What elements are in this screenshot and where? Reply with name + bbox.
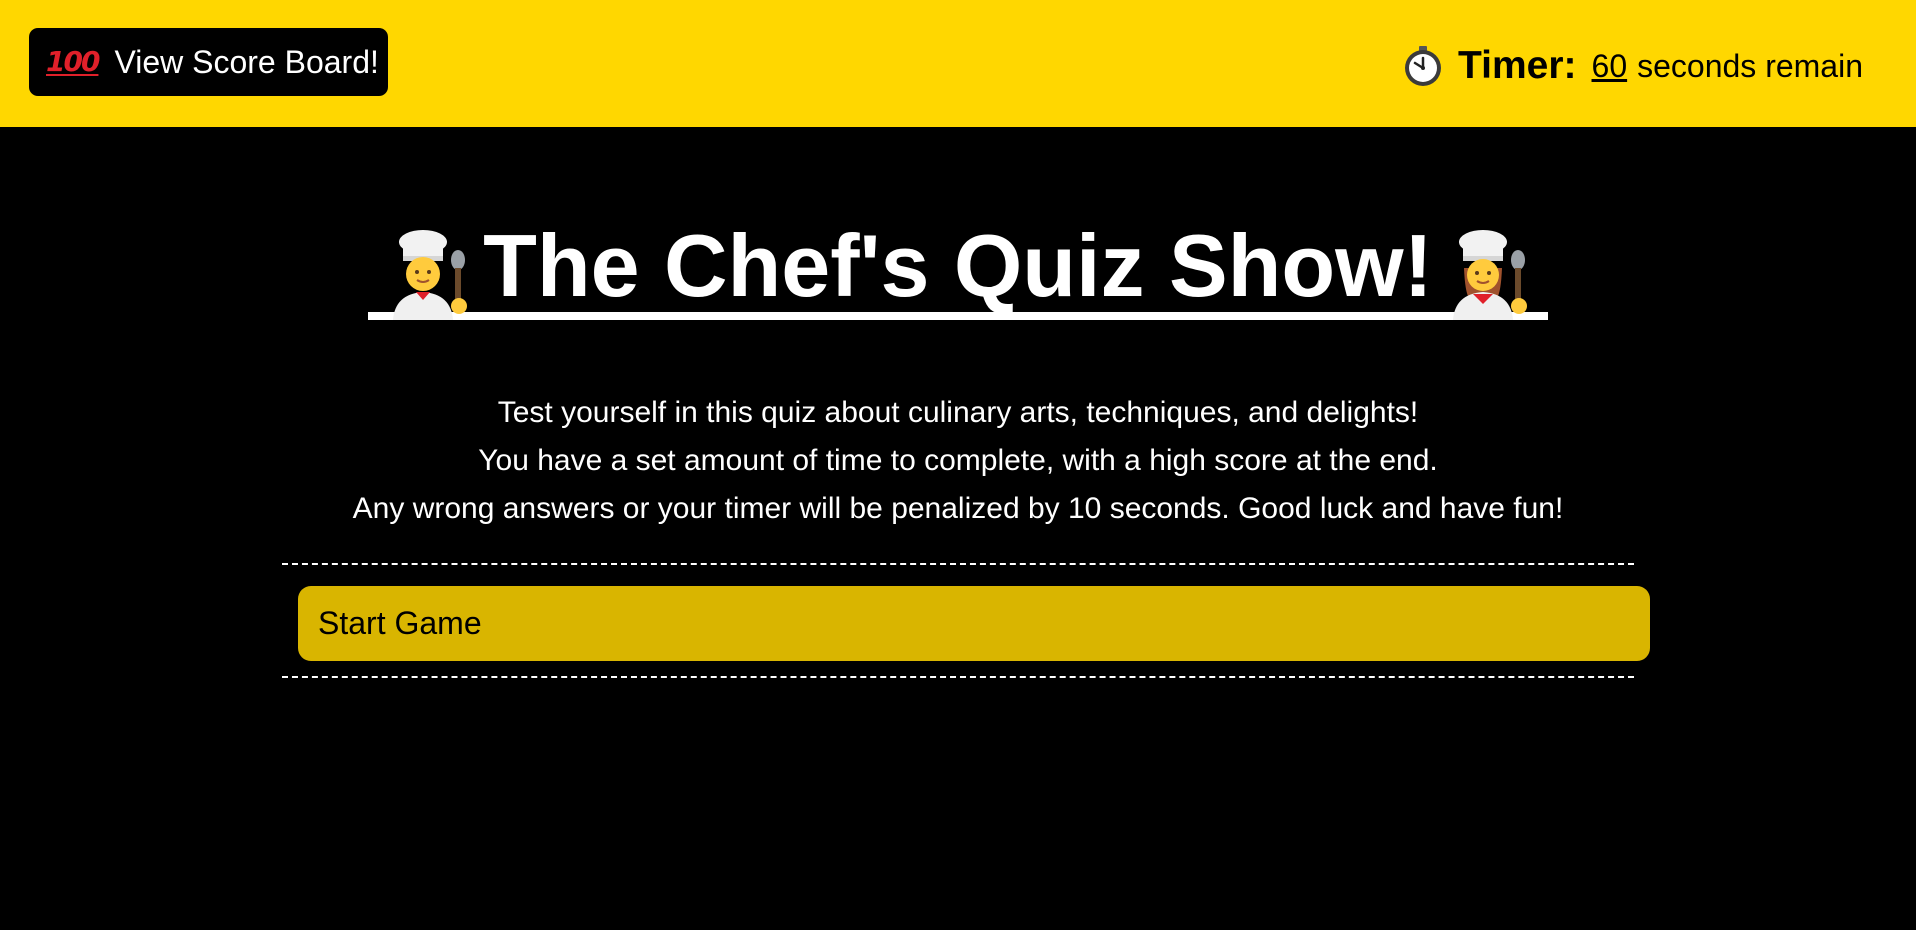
view-score-board-label: View Score Board!	[114, 44, 379, 80]
timer-suffix: seconds remain	[1637, 47, 1863, 84]
clock-icon	[1405, 46, 1442, 86]
start-game-button[interactable]: Start Game	[298, 586, 1650, 661]
intro-text: Test yourself in this quiz about culinar…	[0, 389, 1916, 533]
timer-label: Timer:	[1458, 44, 1577, 87]
title-section: The Chef's Quiz Show!	[0, 222, 1916, 325]
timer: Timer: 60 seconds remain	[1402, 40, 1863, 92]
hundred-points-icon: 100	[46, 45, 100, 78]
page-title: The Chef's Quiz Show!	[368, 222, 1548, 320]
intro-line: You have a set amount of time to complet…	[478, 444, 1438, 477]
view-score-board-button[interactable]: 100 View Score Board!	[29, 28, 388, 96]
woman-cook-icon	[1452, 230, 1527, 320]
divider	[282, 563, 1634, 565]
top-bar: 100 View Score Board! Timer: 60 seconds …	[0, 0, 1916, 127]
divider	[282, 676, 1634, 678]
intro-line: Any wrong answers or your timer will be …	[352, 492, 1564, 525]
page-title-text: The Chef's Quiz Show!	[483, 216, 1433, 315]
timer-seconds-value: 60	[1591, 47, 1628, 84]
man-cook-icon	[393, 230, 468, 320]
intro-line: Test yourself in this quiz about culinar…	[497, 396, 1419, 429]
